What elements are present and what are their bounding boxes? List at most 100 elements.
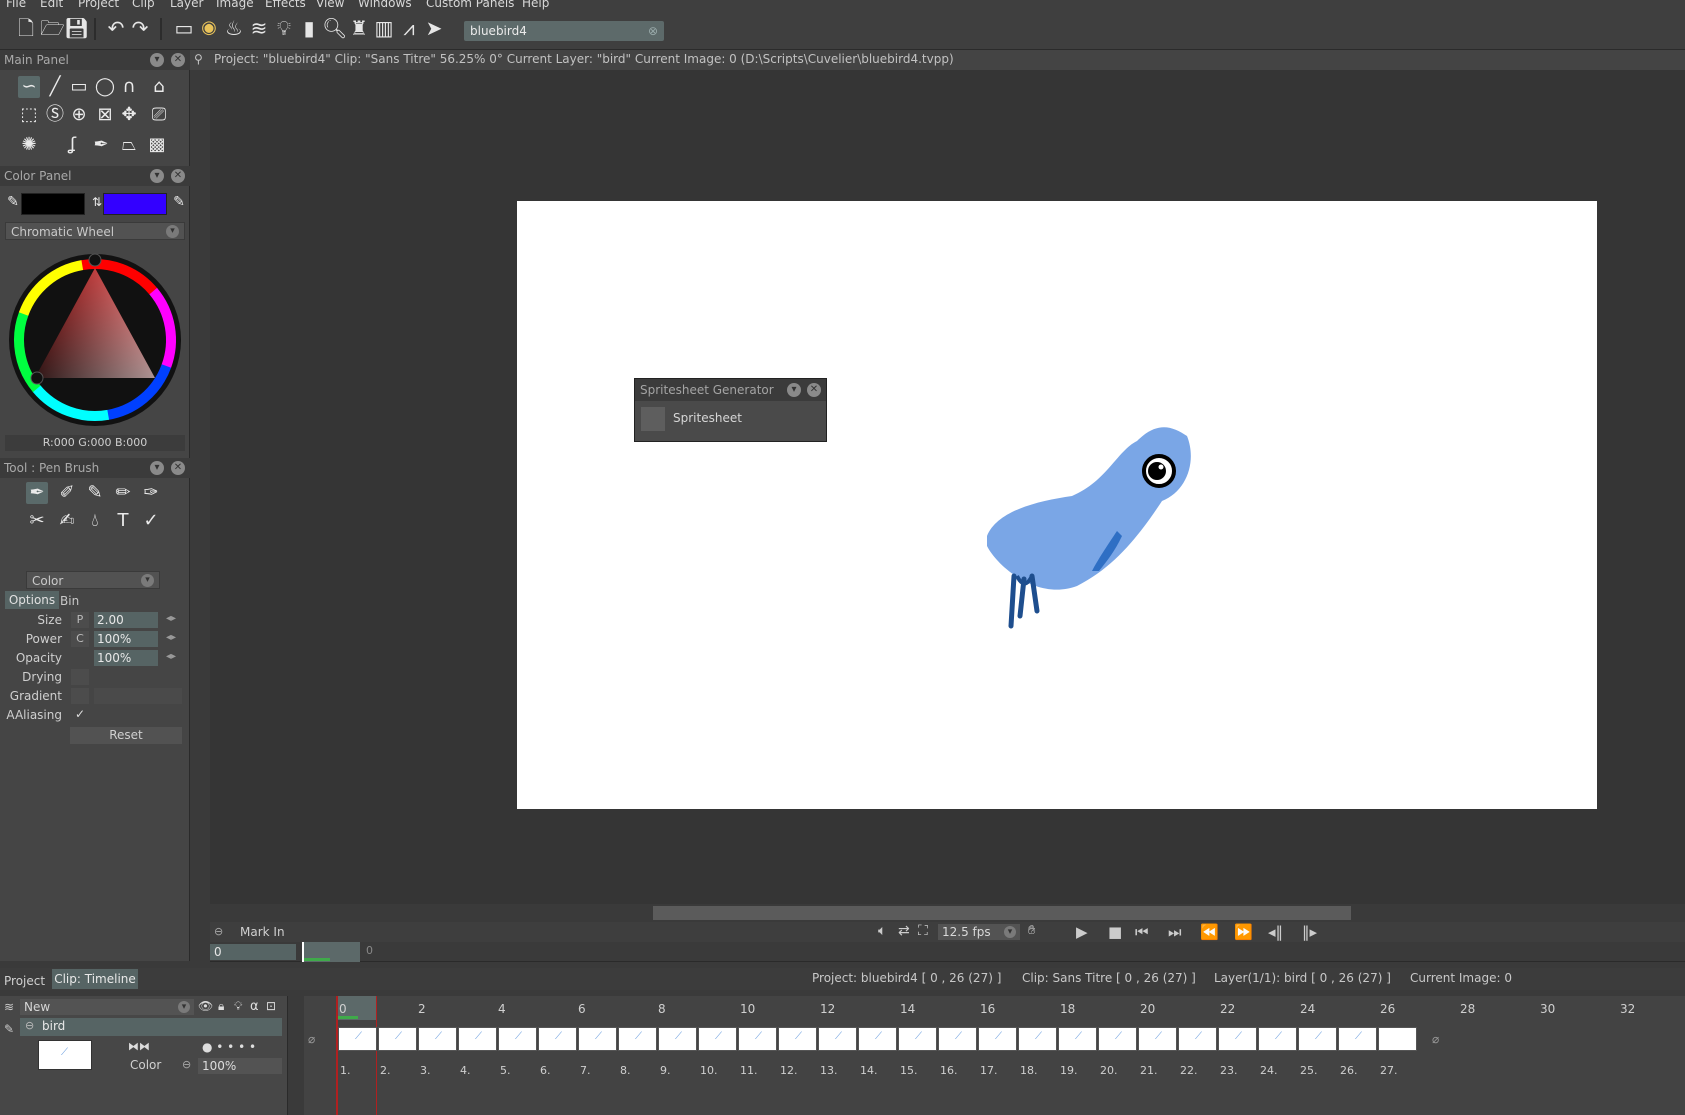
layer-mode-icon[interactable]: ⧓⧓ [128,1040,150,1053]
color-mode-dropdown[interactable]: Chromatic Wheel ▾ [5,222,185,240]
frame-cell[interactable]: ⟋ [978,1027,1017,1051]
gradient-preview[interactable] [94,688,182,704]
timeline-strip-icon[interactable]: ▮ [297,16,321,40]
brush-color-mode-dropdown[interactable]: Color ▾ [26,571,160,589]
pin-icon[interactable]: ⚲ [194,50,203,68]
opacity-field[interactable]: 100% [94,650,158,666]
undo-icon[interactable]: ↶ [104,16,128,40]
collapse-icon[interactable]: ▾ [150,53,164,67]
chromatic-wheel[interactable] [5,250,185,430]
open-folder-icon[interactable]: 🗁 [40,16,65,40]
spritesheet-item[interactable]: Spritesheet [635,401,826,441]
menu-view[interactable]: View [316,0,344,10]
frame-cell[interactable]: ⟋ [1258,1027,1297,1051]
curve-tool-icon[interactable]: ∩ [118,76,140,98]
zoom-icon[interactable]: 🔍︎ [322,16,347,40]
fps-dropdown[interactable]: 12.5 fps ▾ [938,924,1020,940]
frame-cell[interactable]: ⟋ [1298,1027,1337,1051]
frame-cell[interactable]: ⟋ [618,1027,657,1051]
layer-thumbnail[interactable]: ⟋ [38,1040,92,1070]
select-tool-icon[interactable]: ⬚ [18,104,40,126]
menu-help[interactable]: Help [522,0,549,10]
lightbulb-icon[interactable]: 💡︎ [234,999,242,1014]
pen-tool-icon[interactable]: ✒ [90,134,112,156]
warp-tool-icon[interactable]: ✺ [18,134,40,156]
fast-forward-icon[interactable]: ⏩ [1234,923,1253,941]
playhead[interactable] [302,942,304,962]
menu-effects[interactable]: Effects [265,0,306,10]
tab-clip-timeline[interactable]: Clip: Timeline [52,969,138,989]
play-icon[interactable]: ▶ [1076,923,1088,941]
menu-project[interactable]: Project [78,0,119,10]
tab-project[interactable]: Project [4,974,45,988]
frame-cell[interactable]: ⟋ [538,1027,577,1051]
redo-icon[interactable]: ↷ [128,16,152,40]
rectangle-tool-icon[interactable]: ▭ [68,76,90,98]
primary-color-swatch[interactable] [21,193,85,215]
drawing-canvas[interactable] [517,201,1597,809]
current-frame-field[interactable]: 0 [210,944,296,960]
paper-plane-icon[interactable]: ➤ [422,16,446,40]
first-frame-icon[interactable]: ⏮ [1135,923,1149,941]
airbrush-icon[interactable]: ✑ [140,482,162,504]
frame-cell[interactable]: ⟋ [338,1027,377,1051]
horizontal-scrollbar[interactable] [210,904,1685,922]
water-brush-icon[interactable]: 💧︎ [84,510,106,532]
menu-layer[interactable]: Layer [170,0,203,10]
stop-icon[interactable]: ■ [1108,923,1122,941]
tab-options[interactable]: Options [5,591,59,609]
frame-cell[interactable]: ⟋ [378,1027,417,1051]
mark-in-icon[interactable]: ⊖ [214,925,223,938]
layer-opacity-field[interactable]: 100% [198,1058,282,1074]
speaker-icon[interactable]: 🔈︎ [878,923,886,939]
frame-cell[interactable]: ⟋ [898,1027,937,1051]
paint-brush-icon[interactable]: ✍ [56,510,78,532]
drying-toggle[interactable] [71,669,89,685]
frame-cell[interactable]: ⟋ [1218,1027,1257,1051]
toolbox-icon[interactable]: ▭ [172,16,196,40]
menu-edit[interactable]: Edit [40,0,63,10]
layer-row-bird[interactable]: ⊖ bird [20,1018,282,1036]
mask-icon[interactable]: ⊡ [266,999,276,1013]
crop-tool-icon[interactable]: ⊠ [94,104,116,126]
frame-cell[interactable]: ⟋ [698,1027,737,1051]
next-frame-icon[interactable]: ‖▸ [1302,923,1317,941]
transform-tool-icon[interactable]: ⊕ [68,104,90,126]
value-handle[interactable] [30,371,44,385]
tab-bin[interactable]: Bin [60,593,90,609]
pencil-brush-icon[interactable]: ✐ [56,482,78,504]
frame-cell[interactable]: ⟋ [418,1027,457,1051]
color-wheel-icon[interactable]: ◉ [197,16,221,40]
power-mode[interactable]: C [71,631,89,647]
loop-icon[interactable]: ⇄ [898,923,910,939]
collapse-icon[interactable]: ▾ [787,383,801,397]
layer-tools-icon[interactable]: ✎ [4,1022,14,1036]
cutter-brush-icon[interactable]: ✂ [26,510,48,532]
line-tool-icon[interactable]: ╱ [44,76,66,98]
lightbulb-icon[interactable]: 💡︎ [272,16,296,40]
secondary-color-swatch[interactable] [103,193,167,215]
frame-cell[interactable]: ⟋ [858,1027,897,1051]
frame-cell[interactable]: ⟋ [498,1027,537,1051]
save-icon[interactable]: 💾︎ [64,16,89,40]
lock-icon[interactable]: 🔒︎ [218,999,224,1014]
last-frame-icon[interactable]: ⏭ [1168,923,1182,941]
close-icon[interactable]: ✕ [171,461,185,475]
frame-cell[interactable]: ⟋ [818,1027,857,1051]
frame-cell[interactable]: ⟋ [778,1027,817,1051]
scrollbar-thumb[interactable] [653,906,1351,920]
frame-cell[interactable]: ⟋ [658,1027,697,1051]
lasso-tool-icon[interactable]: ◯ [94,76,116,98]
collapse-icon[interactable]: ▾ [150,461,164,475]
size-stepper-icon[interactable]: ◂▸ [166,613,178,624]
opacity-stepper-icon[interactable]: ◂▸ [166,651,178,662]
previous-frame-icon[interactable]: ◂‖ [1268,923,1283,941]
alpha-icon[interactable]: α [250,999,259,1014]
layers-icon[interactable]: ≋ [4,1000,14,1014]
frame-cell[interactable]: ⟋ [1178,1027,1217,1051]
eraser-brush-icon[interactable]: ✎ [84,482,106,504]
size-mode[interactable]: P [71,612,89,628]
pen-brush-icon[interactable]: ✒ [26,482,48,504]
layer-group-dropdown[interactable]: New ▾ [20,999,194,1015]
menu-image[interactable]: Image [216,0,254,10]
